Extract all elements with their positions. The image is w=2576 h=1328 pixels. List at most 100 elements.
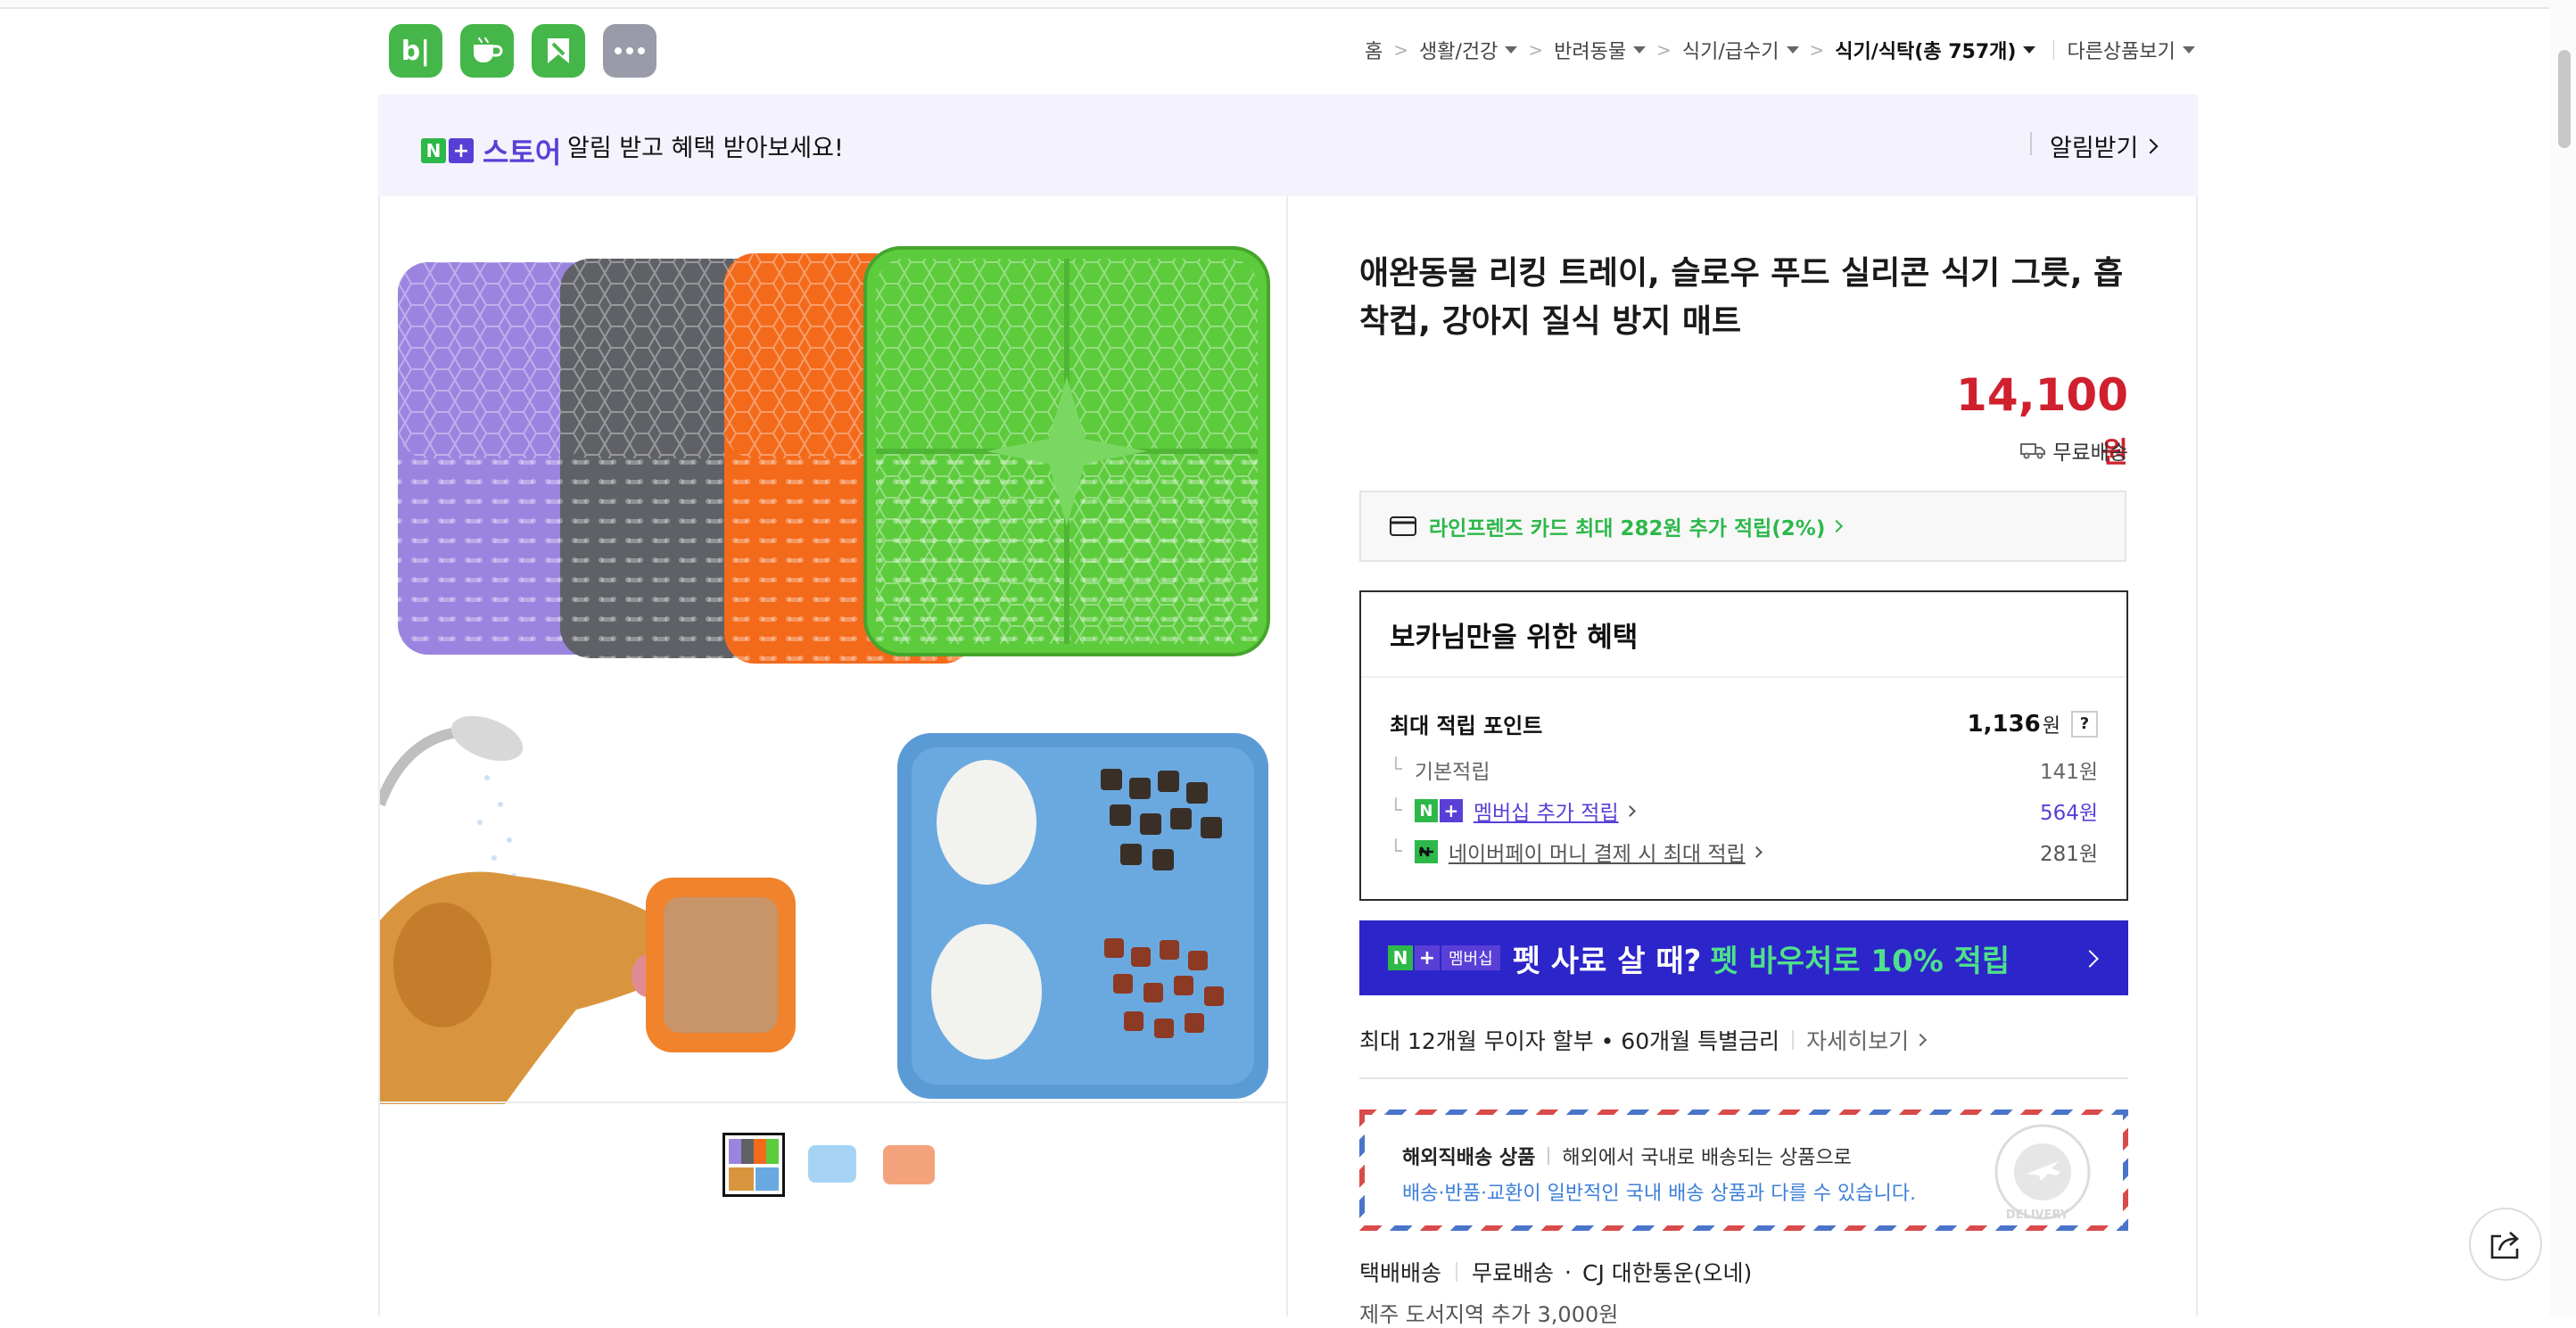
max-points-value: 1,136	[1967, 710, 2041, 738]
chevron-down-icon	[2023, 46, 2036, 54]
benefit-row-basic: └ 기본적립 141원	[1390, 755, 2098, 785]
card-offer-link[interactable]: 라인프렌즈 카드 최대 282원 추가 적립(2%)	[1359, 491, 2126, 562]
column-divider	[1286, 196, 1288, 1316]
benefit-row-label: 네이버페이 머니 결제 시 최대 적립	[1448, 843, 1746, 866]
breadcrumb-label: 반려동물	[1554, 41, 1627, 63]
benefit-row-value: 564원	[2039, 802, 2098, 825]
max-points-row: 최대 적립 포인트 1,136 원 ?	[1390, 708, 2098, 739]
chevron-down-icon	[2182, 46, 2195, 54]
naver-n-badge: N	[421, 138, 446, 163]
installment-text: 최대 12개월 무이자 할부 • 60개월 특별금리	[1359, 1028, 1780, 1054]
cafe-cup-icon	[474, 37, 503, 62]
breadcrumb-current[interactable]: 식기/식탁(총 757개)	[1835, 36, 2036, 64]
naver-n-badge: N	[1388, 945, 1413, 970]
breadcrumb-separator: >	[1393, 39, 1409, 61]
product-main-image[interactable]	[380, 198, 1286, 1104]
plus-badge: +	[1415, 945, 1440, 970]
bookmark-shape-icon	[548, 38, 569, 63]
benefit-title: 보카님만을 위한 혜택	[1361, 592, 2126, 678]
breadcrumb-label: 식기/급수기	[1681, 41, 1779, 63]
promo-text-green: 펫 바우처로 10% 적립	[1710, 943, 2010, 979]
other-products-dropdown[interactable]: 다른상품보기	[2067, 36, 2195, 64]
delivery-method: 택배배송	[1359, 1260, 1442, 1286]
breadcrumb: 홈 > 생활/건강 > 반려동물 > 식기/급수기 > 식기/식탁(총 757개…	[1365, 36, 2195, 64]
overseas-label: 해외직배송 상품	[1402, 1147, 1536, 1169]
chevron-down-icon	[1786, 46, 1799, 54]
cafe-icon[interactable]	[460, 24, 514, 78]
thumbnail-2[interactable]	[801, 1133, 863, 1197]
breadcrumb-category-1[interactable]: 생활/건강	[1419, 36, 1518, 64]
thumbnail-1[interactable]	[722, 1133, 785, 1197]
delivery-fee: 무료배송	[1472, 1260, 1555, 1286]
chevron-right-icon	[2081, 950, 2099, 968]
page-scrollbar[interactable]	[2549, 7, 2576, 1316]
truck-icon	[2020, 443, 2046, 459]
thumbnail-image	[729, 1167, 754, 1191]
store-logo: N + 스토어	[421, 130, 561, 171]
benefit-row-value: 281원	[2039, 843, 2098, 866]
notify-button[interactable]: 알림받기	[2050, 128, 2159, 163]
overseas-text-1: 해외에서 국내로 배송되는 상품으로	[1562, 1147, 1852, 1169]
blog-icon[interactable]: b|	[389, 24, 442, 78]
plus-badge: +	[1439, 799, 1463, 822]
naverpay-link[interactable]: └ 네이버페이 머니 결제 시 최대 적립	[1390, 837, 1763, 867]
stamp-text: DELIVERY	[2006, 1208, 2069, 1222]
max-points-label: 최대 적립 포인트	[1390, 713, 1543, 738]
chevron-right-icon	[2143, 138, 2159, 153]
banner-text: 알림 받고 혜택 받아보세요!	[567, 135, 844, 162]
airplane-stamp-icon: DELIVERY	[1994, 1124, 2091, 1222]
shipping-info: 무료배송	[2012, 435, 2128, 466]
share-button[interactable]	[2469, 1208, 2542, 1281]
overseas-text-2: 배송·반품·교환이 일반적인 국내 배송 상품과 다를 수 있습니다.	[1402, 1183, 1916, 1205]
card-offer-text: 라인프렌즈 카드 최대 282원 추가 적립(2%)	[1429, 517, 1826, 540]
thumbnail-3[interactable]	[876, 1133, 938, 1197]
breadcrumb-label: 식기/식탁(총 757개)	[1835, 41, 2017, 63]
benefit-row-membership: └ N + 멤버십 추가 적립 564원	[1390, 796, 2098, 826]
tree-branch-icon: └	[1390, 799, 1402, 822]
plus-badge: +	[449, 138, 474, 163]
price-value: 14,100	[1956, 369, 2128, 421]
help-button[interactable]: ?	[2071, 710, 2098, 738]
other-products-label: 다른상품보기	[2067, 41, 2176, 63]
max-points-unit: 원	[2042, 714, 2060, 738]
chevron-right-icon	[1914, 1033, 1928, 1047]
share-icon	[2490, 1232, 2519, 1259]
thumbnail-image	[729, 1139, 779, 1164]
benefit-box: 보카님만을 위한 혜택 최대 적립 포인트 1,136 원 ? └ 기본적립 14…	[1359, 590, 2128, 901]
benefit-row-naverpay: └ 네이버페이 머니 결제 시 최대 적립 281원	[1390, 837, 2098, 867]
benefit-row-label: 기본적립	[1414, 761, 1490, 784]
benefit-row-label: 멤버십 추가 적립	[1473, 802, 1619, 825]
installment-divider	[1792, 1030, 1795, 1050]
max-points-amount: 1,136 원 ?	[1967, 710, 2098, 738]
breadcrumb-category-2[interactable]: 반려동물	[1554, 36, 1647, 64]
credit-card-icon	[1390, 516, 1416, 536]
delivery-divider	[1456, 1262, 1458, 1282]
tree-branch-icon: └	[1390, 758, 1402, 781]
breadcrumb-label: 생활/건강	[1419, 41, 1499, 63]
breadcrumb-category-3[interactable]: 식기/급수기	[1682, 36, 1799, 64]
installment-detail-label: 자세히보기	[1806, 1028, 1910, 1054]
thumbnail-image	[808, 1145, 856, 1183]
naverpay-glyph-icon	[1418, 846, 1433, 857]
blog-icon-glyph: b|	[400, 35, 431, 67]
browser-top-edge	[0, 0, 2576, 9]
membership-link[interactable]: └ N + 멤버십 추가 적립	[1390, 796, 1636, 826]
thumbnail-image	[755, 1167, 779, 1191]
pet-voucher-banner[interactable]: N + 멤버십 펫 사료 살 때? 펫 바우처로 10% 적립	[1359, 920, 2128, 995]
breadcrumb-separator: >	[1528, 39, 1544, 61]
scrollbar-thumb[interactable]	[2558, 50, 2571, 148]
chevron-right-icon	[1830, 519, 1844, 533]
chevron-right-icon	[1623, 804, 1636, 817]
benefit-row-label-wrap: └ 기본적립	[1390, 755, 1490, 785]
naverpay-icon	[1414, 840, 1438, 863]
more-apps-icon[interactable]	[603, 24, 656, 78]
breadcrumb-home[interactable]: 홈	[1365, 36, 1383, 64]
section-divider	[1359, 1077, 2128, 1079]
installment-detail-link[interactable]: 자세히보기	[1806, 1024, 1928, 1056]
bookmark-icon[interactable]	[532, 24, 585, 78]
shipping-label: 무료배송	[2052, 441, 2128, 465]
ellipsis-icon	[615, 47, 645, 54]
delivery-courier: CJ 대한통운(오네)	[1581, 1260, 1753, 1286]
store-label: 스토어	[483, 136, 562, 169]
overseas-shipping-notice: 해외직배송 상품 해외에서 국내로 배송되는 상품으로 배송·반품·교환이 일반…	[1359, 1109, 2128, 1231]
